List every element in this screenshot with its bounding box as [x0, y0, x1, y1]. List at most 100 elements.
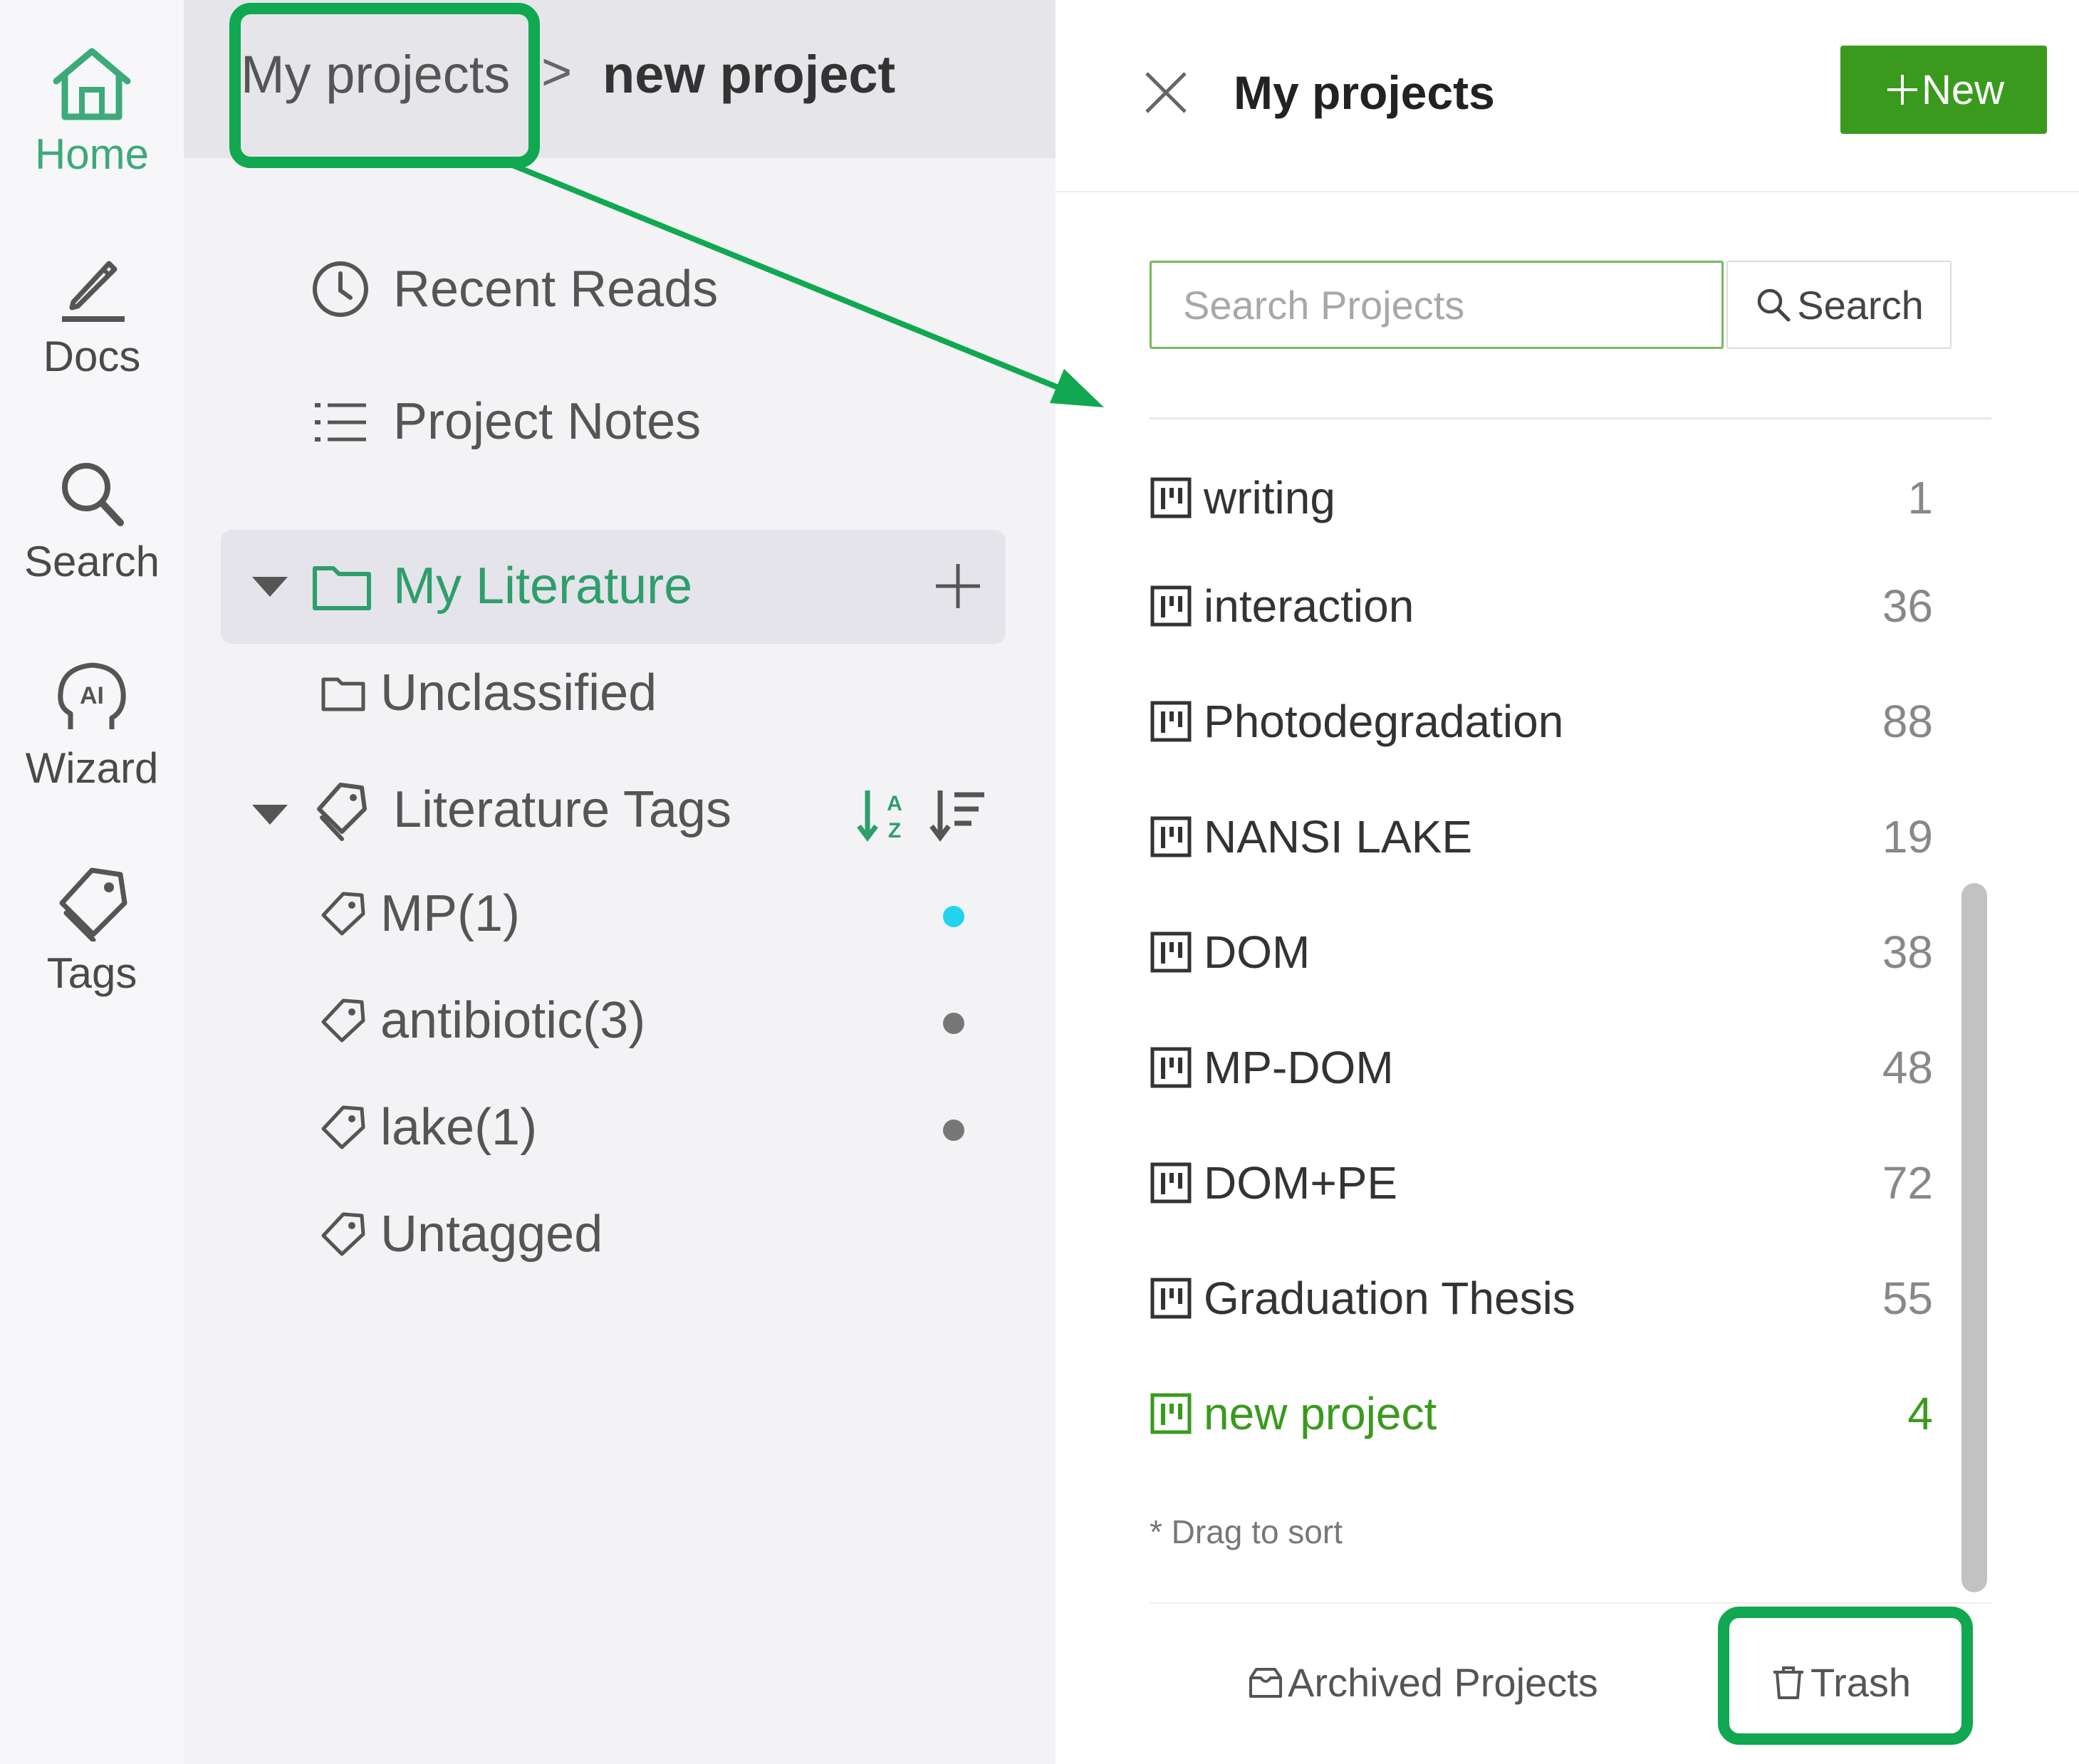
nav-project-notes-label: Project Notes: [393, 393, 702, 450]
drawer-header: My projects New: [1056, 0, 2079, 192]
breadcrumb-current: new project: [603, 45, 896, 104]
drag-to-sort-hint: * Drag to sort: [1150, 1513, 1343, 1550]
project-count: 38: [1882, 927, 1933, 978]
new-project-button[interactable]: New: [1840, 46, 2047, 134]
tag-color-dot: [943, 906, 964, 927]
project-list-scrollbar[interactable]: [1961, 883, 1987, 1592]
tag-icon: [321, 1105, 365, 1149]
tags-icon: [59, 867, 127, 941]
home-icon: [53, 48, 131, 120]
list-icon: [315, 403, 366, 442]
tag-label: antibiotic(3): [380, 992, 646, 1049]
tag-icon: [321, 892, 365, 936]
project-item[interactable]: Graduation Thesis 55: [1150, 1259, 1933, 1337]
project-count: 55: [1882, 1273, 1933, 1324]
project-item[interactable]: writing 1: [1150, 459, 1933, 537]
sort-order-icon[interactable]: [929, 786, 987, 843]
breadcrumb-separator: >: [541, 42, 573, 101]
rail-item-docs[interactable]: Docs: [0, 251, 184, 381]
project-count: 19: [1882, 811, 1933, 862]
kanban-icon: [1150, 1047, 1192, 1088]
project-list: writing 1 interaction 36 Photodegradation 88 N…: [1150, 422, 1976, 1575]
tag-item-untagged[interactable]: Untagged: [321, 1205, 603, 1263]
footer-divider: [1150, 1602, 1991, 1604]
nav-my-literature-label: My Literature: [393, 558, 693, 615]
trash-link[interactable]: Trash: [1769, 1659, 1911, 1706]
drawer-title: My projects: [1234, 66, 1495, 119]
project-item[interactable]: Photodegradation 88: [1150, 682, 1933, 761]
svg-text:Z: Z: [888, 819, 901, 842]
svg-text:AI: AI: [80, 682, 104, 709]
project-name: NANSI LAKE: [1204, 811, 1473, 862]
nav-project-notes[interactable]: Project Notes: [309, 390, 701, 453]
archived-projects-link[interactable]: Archived Projects: [1246, 1659, 1598, 1706]
search-icon: [1758, 288, 1791, 322]
search-projects-input[interactable]: [1150, 261, 1724, 349]
tag-color-dot: [943, 1013, 964, 1034]
list-divider: [1150, 417, 1991, 419]
project-name: Photodegradation: [1204, 696, 1564, 747]
clock-icon: [313, 261, 368, 317]
nav-recent-reads[interactable]: Recent Reads: [309, 258, 718, 320]
trash-label: Trash: [1810, 1660, 1912, 1705]
project-name: DOM: [1204, 927, 1311, 978]
tag-label: lake(1): [380, 1099, 538, 1156]
sort-alpha-icon[interactable]: A Z: [856, 786, 910, 843]
tag-item-lake[interactable]: lake(1): [321, 1098, 537, 1157]
project-count: 4: [1907, 1388, 1933, 1439]
rail-item-search[interactable]: Search: [0, 456, 184, 586]
project-item[interactable]: interaction 36: [1150, 567, 1933, 645]
search-button-label: Search: [1797, 282, 1924, 328]
rail-item-home[interactable]: Home: [0, 44, 184, 179]
breadcrumb-root-link[interactable]: My projects: [241, 44, 510, 105]
project-name: Graduation Thesis: [1204, 1273, 1575, 1324]
tags-icon: [317, 783, 367, 841]
rail-label-docs: Docs: [43, 333, 141, 380]
project-item[interactable]: DOM+PE 72: [1150, 1144, 1933, 1222]
breadcrumb: My projects > new project: [184, 0, 1056, 158]
tag-item-mp[interactable]: MP(1): [321, 884, 520, 943]
tag-color-dot: [943, 1120, 964, 1141]
tag-label: MP(1): [380, 885, 520, 942]
archived-projects-label: Archived Projects: [1288, 1660, 1598, 1705]
trash-icon: [1773, 1666, 1803, 1699]
rail-label-wizard: Wizard: [25, 744, 159, 792]
project-name: writing: [1204, 472, 1335, 523]
archive-icon: [1249, 1667, 1282, 1698]
nav-my-literature[interactable]: My Literature: [221, 530, 1006, 644]
nav-literature-tags[interactable]: Literature Tags A Z: [249, 779, 1047, 850]
close-icon[interactable]: [1141, 68, 1191, 118]
caret-down-icon[interactable]: [249, 800, 291, 829]
project-item[interactable]: NANSI LAKE 19: [1150, 798, 1933, 876]
tag-icon: [321, 1212, 365, 1256]
nav-recent-reads-label: Recent Reads: [393, 261, 719, 318]
project-count: 1: [1907, 472, 1933, 523]
project-item[interactable]: new project 4: [1150, 1374, 1933, 1453]
project-count: 48: [1882, 1042, 1933, 1093]
nav-unclassified-label: Unclassified: [380, 664, 657, 721]
folder-icon: [313, 566, 371, 610]
kanban-icon: [1150, 477, 1192, 518]
scrollbar-thumb[interactable]: [1961, 883, 1987, 1592]
project-count: 36: [1882, 580, 1933, 632]
tag-label: Untagged: [380, 1206, 603, 1263]
kanban-icon: [1150, 1278, 1192, 1319]
project-item[interactable]: DOM 38: [1150, 913, 1933, 991]
tag-icon: [321, 998, 365, 1043]
ai-wizard-icon: AI: [58, 662, 126, 729]
kanban-icon: [1150, 931, 1192, 973]
kanban-icon: [1150, 701, 1192, 742]
rail-item-tags[interactable]: Tags: [0, 863, 184, 998]
search-icon: [62, 463, 124, 526]
svg-text:A: A: [887, 792, 902, 815]
project-item[interactable]: MP-DOM 48: [1150, 1028, 1933, 1107]
rail-label-home: Home: [34, 130, 150, 178]
tag-item-antibiotic[interactable]: antibiotic(3): [321, 991, 645, 1050]
caret-down-icon[interactable]: [249, 573, 291, 601]
nav-unclassified[interactable]: Unclassified: [321, 664, 657, 722]
rail-item-wizard[interactable]: AI Wizard: [0, 658, 184, 793]
kanban-icon: [1150, 585, 1192, 627]
plus-icon: [1887, 75, 1917, 105]
search-button[interactable]: Search: [1726, 261, 1952, 349]
add-icon[interactable]: [933, 561, 983, 611]
